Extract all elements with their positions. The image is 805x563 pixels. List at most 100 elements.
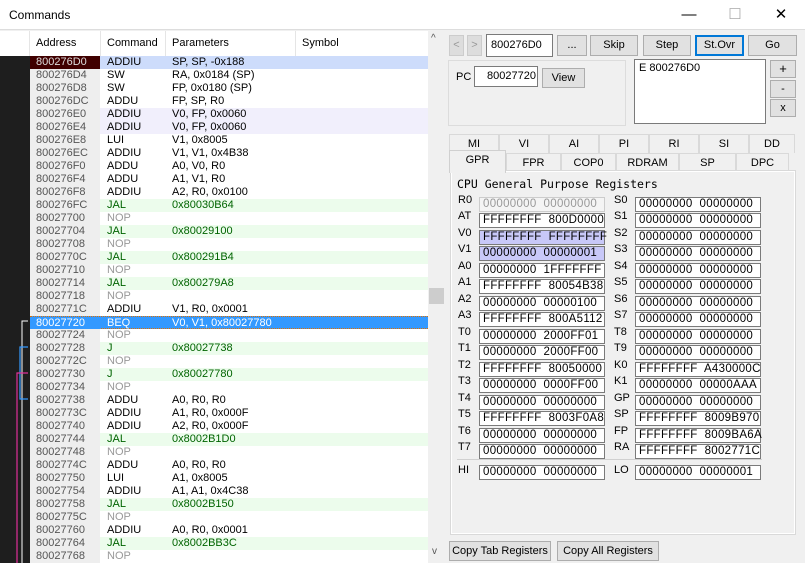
listing-row[interactable]: 800276F4 ADDU A1, V1, R0 [30,173,428,186]
listing-row[interactable]: 800276D4 SW RA, 0x0184 (SP) [30,69,428,82]
listing-row[interactable]: 800276E0 ADDIU V0, FP, 0x0060 [30,108,428,121]
listing-row[interactable]: 80027738 ADDU A0, R0, R0 [30,394,428,407]
listing-row[interactable]: 800276F8 ADDIU A2, R0, 0x0100 [30,186,428,199]
listing-row[interactable]: 80027740 ADDIU A2, R0, 0x000F [30,420,428,433]
listing-row[interactable]: 80027750 LUI A1, 0x8005 [30,472,428,485]
register-value-a0[interactable]: 00000000 1FFFFFFF [479,263,605,278]
register-value-t3[interactable]: 00000000 0000FF00 [479,378,605,393]
register-value-at[interactable]: FFFFFFFF 800D0000 [479,213,605,228]
register-value-s0[interactable]: 00000000 00000000 [635,197,761,212]
register-value-t1[interactable]: 00000000 2000FF00 [479,345,605,360]
scroll-down-icon[interactable]: v [432,546,437,557]
listing-row[interactable]: 8002771C ADDIU V1, R0, 0x0001 [30,303,428,316]
add-breakpoint-button[interactable]: + [770,60,796,78]
register-value-s2[interactable]: 00000000 00000000 [635,230,761,245]
listing-row[interactable]: 80027710 NOP [30,264,428,277]
step-over-button[interactable]: St.Ovr [695,35,744,56]
register-value-t9[interactable]: 00000000 00000000 [635,345,761,360]
register-value-t2[interactable]: FFFFFFFF 80050000 [479,362,605,377]
register-value-a1[interactable]: FFFFFFFF 80054B38 [479,279,605,294]
register-value-k1[interactable]: 00000000 00000AAA [635,378,761,393]
listing-row[interactable]: 80027718 NOP [30,290,428,303]
step-button[interactable]: Step [643,35,691,56]
tab-dd[interactable]: DD [749,134,795,153]
close-button[interactable]: ✕ [758,0,804,30]
listing-row[interactable]: 80027704 JAL 0x80029100 [30,225,428,238]
listing-row[interactable]: 800276D8 SW FP, 0x0180 (SP) [30,82,428,95]
listing-row[interactable]: 8002773C ADDIU A1, R0, 0x000F [30,407,428,420]
register-value-a2[interactable]: 00000000 00000100 [479,296,605,311]
tab-sp[interactable]: SP [679,153,736,172]
panel-splitter-scroll[interactable]: ^ v [428,31,445,563]
register-value-k0[interactable]: FFFFFFFF A430000C [635,362,761,377]
register-value-t4[interactable]: 00000000 00000000 [479,395,605,410]
listing-row[interactable]: 800276F0 ADDU A0, V0, R0 [30,160,428,173]
tab-fpr[interactable]: FPR [506,153,561,172]
view-pc-button[interactable]: View [542,68,585,88]
tab-rdram[interactable]: RDRAM [616,153,679,172]
register-value-fp[interactable]: FFFFFFFF 8009BA6A [635,428,762,443]
listing-row[interactable]: 8002774C ADDU A0, R0, R0 [30,459,428,472]
register-value-ra[interactable]: FFFFFFFF 8002771C [635,444,761,459]
minimize-button[interactable]: — [666,0,712,30]
address-input[interactable]: 800276D0 [486,34,553,57]
disassembly-listing[interactable]: Address Command Parameters Symbol 800276… [0,31,428,563]
listing-row[interactable]: 800276DC ADDU FP, SP, R0 [30,95,428,108]
register-value-hi[interactable]: 00000000 00000000 [479,465,605,480]
tab-vi[interactable]: VI [499,134,549,153]
register-value-t7[interactable]: 00000000 00000000 [479,444,605,459]
listing-row[interactable]: 80027754 ADDIU A1, A1, 0x4C38 [30,485,428,498]
listing-row[interactable]: 80027700 NOP [30,212,428,225]
back-button[interactable]: < [449,35,464,56]
breakpoint-list[interactable]: E 800276D0 [634,59,766,124]
register-value-s5[interactable]: 00000000 00000000 [635,279,761,294]
listing-row[interactable]: 80027730 J 0x80027780 [30,368,428,381]
scrollbar-thumb[interactable] [429,288,444,304]
listing-row[interactable]: 800276FC JAL 0x80030B64 [30,199,428,212]
register-value-t5[interactable]: FFFFFFFF 8003F0A8 [479,411,605,426]
listing-row[interactable]: 80027758 JAL 0x8002B150 [30,498,428,511]
pc-input[interactable]: 80027720 [474,66,538,87]
listing-row[interactable]: 80027728 J 0x80027738 [30,342,428,355]
tab-si[interactable]: SI [699,134,749,153]
register-value-s6[interactable]: 00000000 00000000 [635,296,761,311]
listing-row[interactable]: 80027720 BEQ V0, V1, 0x80027780 [30,316,428,330]
register-value-t8[interactable]: 00000000 00000000 [635,329,761,344]
listing-row[interactable]: 80027714 JAL 0x800279A8 [30,277,428,290]
scroll-up-icon[interactable]: ^ [431,33,436,44]
clear-breakpoints-button[interactable]: x [770,99,796,117]
listing-row[interactable]: 800276EC ADDIU V1, V1, 0x4B38 [30,147,428,160]
listing-row[interactable]: 80027708 NOP [30,238,428,251]
listing-row[interactable]: 800276E8 LUI V1, 0x8005 [30,134,428,147]
register-value-v0[interactable]: FFFFFFFF FFFFFFFF [479,230,607,245]
remove-breakpoint-button[interactable]: - [770,80,796,98]
listing-row[interactable]: 800276D0 ADDIU SP, SP, -0x188 [30,56,428,69]
column-header-command[interactable]: Command [101,31,166,56]
register-value-s1[interactable]: 00000000 00000000 [635,213,761,228]
column-header-symbol[interactable]: Symbol [296,31,428,56]
register-value-gp[interactable]: 00000000 00000000 [635,395,761,410]
tab-ri[interactable]: RI [649,134,699,153]
register-value-t6[interactable]: 00000000 00000000 [479,428,605,443]
register-value-lo[interactable]: 00000000 00000001 [635,465,761,480]
skip-button[interactable]: Skip [590,35,638,56]
browse-button[interactable]: ... [557,35,587,56]
register-value-a3[interactable]: FFFFFFFF 800A5112 [479,312,605,327]
tab-cop0[interactable]: COP0 [561,153,616,172]
register-value-r0[interactable]: 00000000 00000000 [479,197,605,212]
column-header-parameters[interactable]: Parameters [166,31,296,56]
register-value-s3[interactable]: 00000000 00000000 [635,246,761,261]
tab-gpr[interactable]: GPR [449,150,506,173]
listing-row[interactable]: 800276E4 ADDIU V0, FP, 0x0060 [30,121,428,134]
copy-all-registers-button[interactable]: Copy All Registers [557,541,659,561]
maximize-button[interactable]: ☐ [712,0,758,30]
register-value-v1[interactable]: 00000000 00000001 [479,246,605,261]
tab-dpc[interactable]: DPC [736,153,789,172]
listing-row[interactable]: 80027748 NOP [30,446,428,459]
copy-tab-registers-button[interactable]: Copy Tab Registers [449,541,551,561]
register-value-s7[interactable]: 00000000 00000000 [635,312,761,327]
breakpoint-item[interactable]: E 800276D0 [639,62,761,74]
tab-pi[interactable]: PI [599,134,649,153]
listing-row[interactable]: 80027760 ADDIU A0, R0, 0x0001 [30,524,428,537]
listing-row[interactable]: 8002775C NOP [30,511,428,524]
